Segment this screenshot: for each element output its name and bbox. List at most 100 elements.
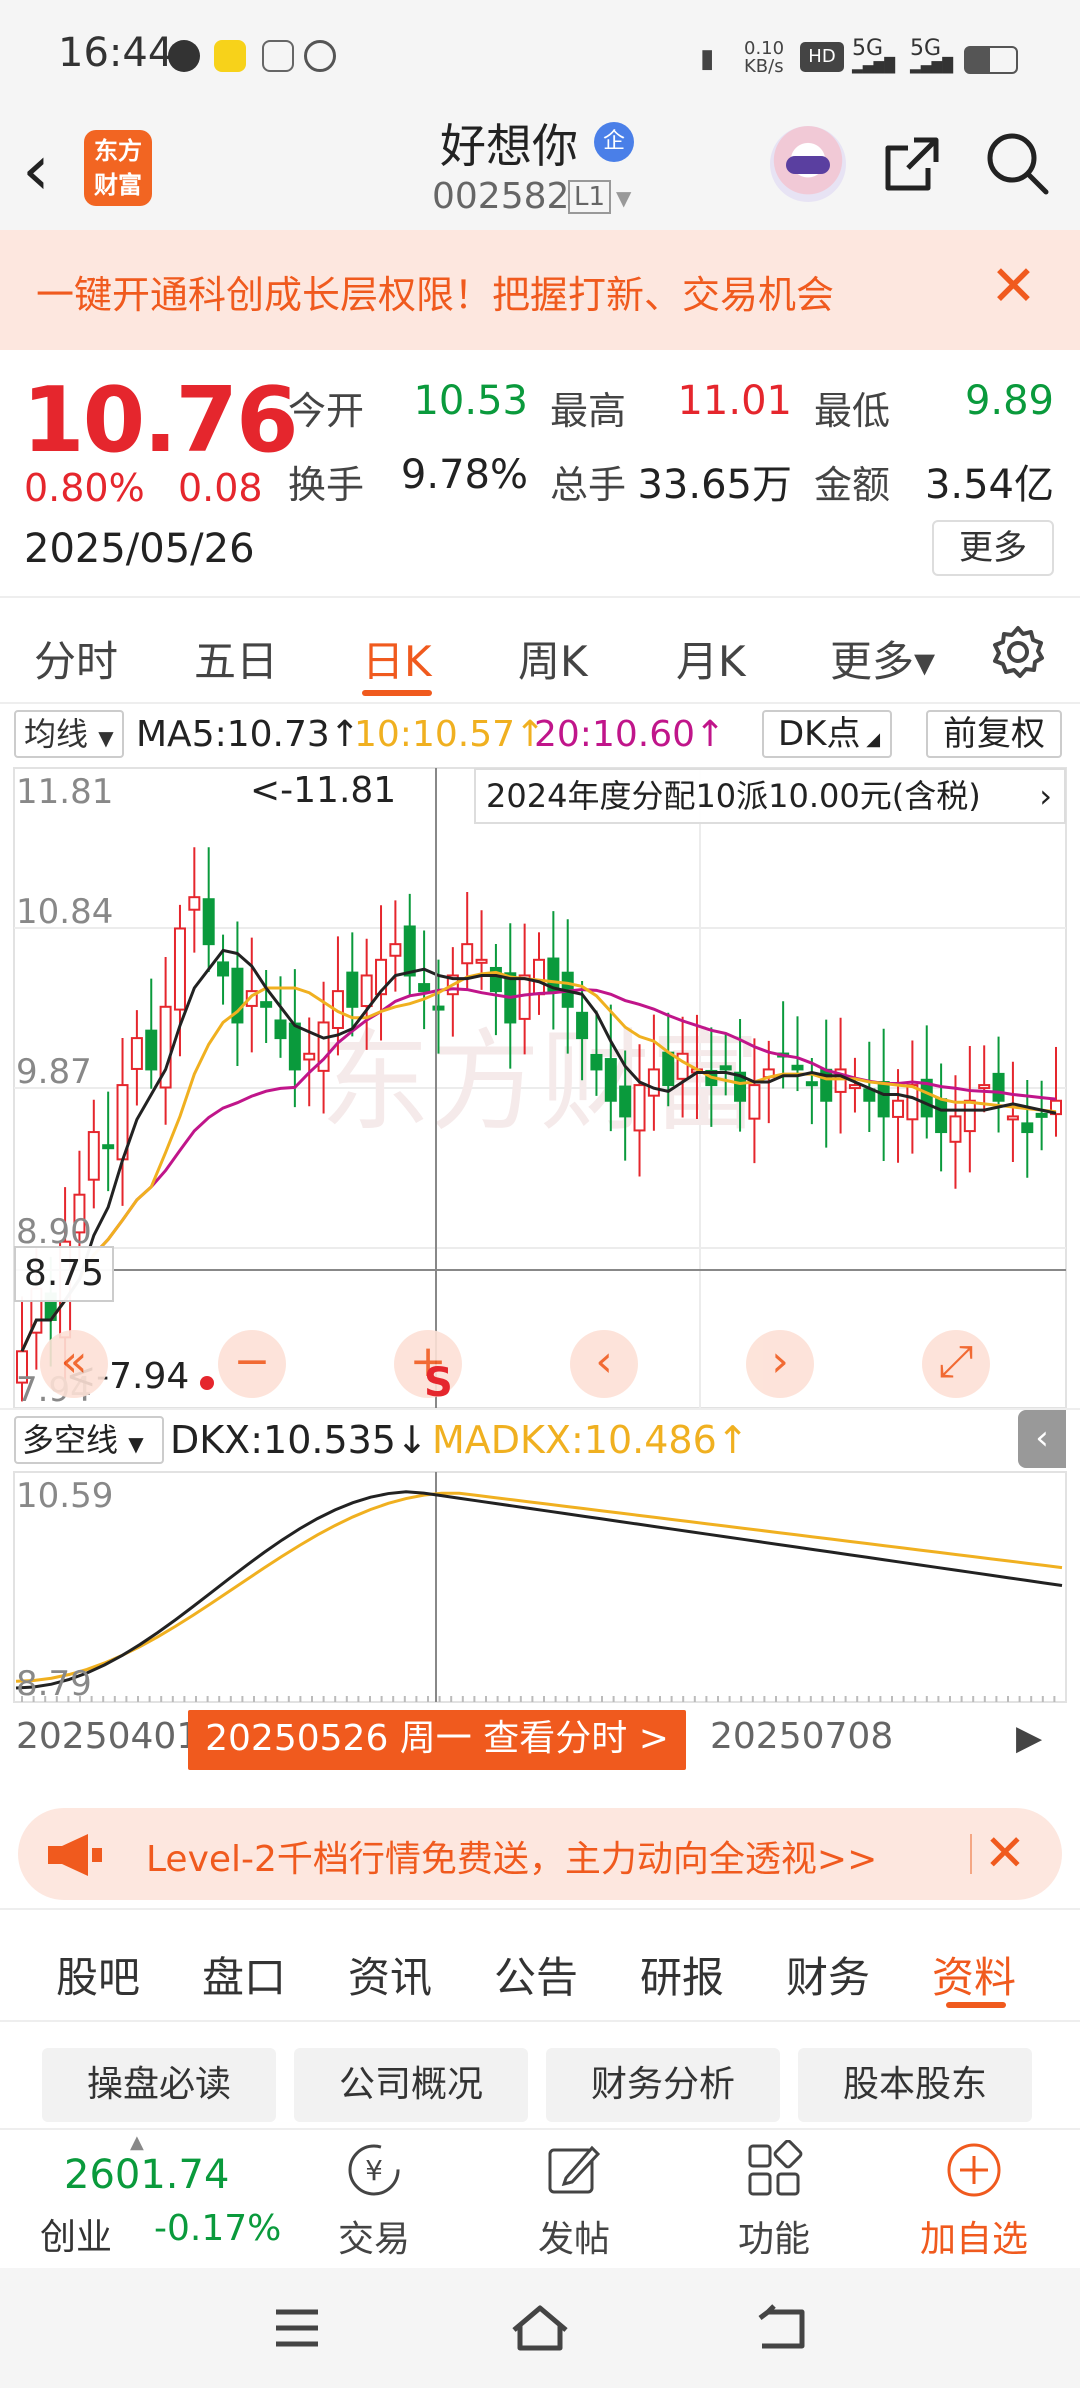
vibrate-icon: ▮ <box>700 44 715 74</box>
close-icon[interactable]: ✕ <box>990 252 1037 322</box>
eastmoney-logo[interactable]: 东方财富 <box>84 130 152 206</box>
madkx-value: MADKX:10.486↑ <box>432 1418 749 1462</box>
promo-text[interactable]: 一键开通科创成长层权限！把握打新、交易机会 <box>36 264 834 319</box>
turnover-value: 9.78% <box>400 452 528 498</box>
candle-body <box>892 1099 905 1118</box>
add-circle-icon <box>947 2143 1001 2197</box>
turnover-label: 换手 <box>288 463 365 507</box>
tab-finance[interactable]: 财务 <box>786 1944 870 2005</box>
volume-value: 33.65万 <box>637 462 792 508</box>
fullscreen-icon[interactable]: ⤢ <box>922 1330 990 1398</box>
scroll-left-fast-icon[interactable]: « <box>40 1330 108 1398</box>
candle-body <box>935 1098 948 1134</box>
candle-body <box>662 1051 675 1087</box>
expand-panel-icon[interactable]: ‹ <box>1018 1410 1066 1468</box>
tab-more[interactable]: 更多▾ <box>830 628 935 689</box>
tab-news[interactable]: 资讯 <box>348 1944 432 2005</box>
index-change[interactable]: -0.17% <box>154 2208 281 2249</box>
level2-banner[interactable]: Level-2千档行情免费送，主力动向全透视>> ✕ <box>18 1808 1062 1900</box>
tab-five-day[interactable]: 五日 <box>194 628 278 689</box>
candle-body <box>260 1001 273 1008</box>
chevron-down-icon: ▼ <box>98 726 114 750</box>
tab-announcements[interactable]: 公告 <box>494 1944 578 2005</box>
svg-text:¥: ¥ <box>365 2154 383 2187</box>
kline-chart[interactable]: 东方财富 <box>0 764 1080 1410</box>
level2-text[interactable]: Level-2千档行情免费送，主力动向全透视>> <box>146 1830 877 1882</box>
dividend-note-text: 2024年度分配10派10.00元(含税) <box>486 777 981 815</box>
menu-icon[interactable] <box>272 2306 322 2350</box>
tab-daily-k[interactable]: 日K <box>362 628 432 689</box>
chip-financial-analysis[interactable]: 财务分析 <box>546 2048 780 2122</box>
tab-intraday[interactable]: 分时 <box>34 628 118 689</box>
y-label: 9.87 <box>16 1052 92 1092</box>
tab-monthly-k[interactable]: 月K <box>676 628 746 689</box>
candle-body <box>604 1058 617 1102</box>
divider <box>0 702 1080 704</box>
zoom-out-icon[interactable]: − <box>218 1330 286 1398</box>
candle-body <box>87 1131 100 1181</box>
low-label: 最低 <box>814 389 891 433</box>
back-icon[interactable]: ‹ <box>22 130 82 210</box>
indicator-selector[interactable]: 多空线 ▼ <box>14 1416 164 1464</box>
function-button[interactable]: 功能 <box>704 2139 844 2262</box>
tab-research[interactable]: 研报 <box>640 1944 724 2005</box>
dk-point-selector[interactable]: DK点 ◢ <box>762 710 892 758</box>
trade-button[interactable]: ¥ 交易 <box>304 2140 444 2262</box>
megaphone-icon <box>48 1834 102 1876</box>
tab-guba[interactable]: 股吧 <box>56 1944 140 2005</box>
high-value: 11.01 <box>677 378 792 424</box>
divider <box>0 596 1080 598</box>
watermark: 东方财富 <box>320 1021 760 1144</box>
gear-icon[interactable] <box>990 624 1046 680</box>
back-nav-icon[interactable] <box>754 2304 810 2352</box>
candle-body <box>906 1084 919 1121</box>
home-icon[interactable] <box>508 2300 572 2354</box>
candle-body <box>877 1081 890 1118</box>
candle-body <box>173 927 186 1011</box>
promo-banner[interactable]: 一键开通科创成长层权限！把握打新、交易机会 ✕ <box>0 230 1080 350</box>
move-left-icon[interactable]: ‹ <box>570 1330 638 1398</box>
stock-header: ‹ 东方财富 好想你 企 002582 L1 ▼ <box>0 110 1080 230</box>
tab-weekly-k[interactable]: 周K <box>518 628 588 689</box>
search-icon[interactable] <box>984 130 1050 196</box>
candle-body <box>805 1081 818 1087</box>
view-intraday-button[interactable]: 20250526 周一 查看分时 > <box>188 1710 686 1770</box>
chevron-down-icon[interactable]: ▼ <box>616 186 631 210</box>
move-right-icon[interactable]: › <box>746 1330 814 1398</box>
stock-code[interactable]: 002582 <box>432 176 569 217</box>
chip-shareholders[interactable]: 股本股东 <box>798 2048 1032 2122</box>
chip-must-read[interactable]: 操盘必读 <box>42 2048 276 2122</box>
candle-body <box>590 1053 603 1071</box>
close-icon[interactable]: ✕ <box>984 1818 1026 1888</box>
ai-assistant-icon[interactable] <box>770 126 846 202</box>
index-name[interactable]: 创业 <box>40 2208 112 2260</box>
candle-body <box>633 1084 646 1132</box>
play-icon[interactable]: ▶ <box>1016 1718 1042 1758</box>
add-watchlist-label: 加自选 <box>919 2219 1028 2260</box>
chip-company-overview[interactable]: 公司概况 <box>294 2048 528 2122</box>
candle-body <box>518 974 531 1020</box>
adjust-button[interactable]: 前复权 <box>926 710 1062 758</box>
y-label: 10.84 <box>16 892 114 932</box>
ma10-value: 10:10.57↑ <box>354 714 546 755</box>
post-button[interactable]: 发帖 <box>504 2140 644 2262</box>
add-watchlist-button[interactable]: 加自选 <box>904 2140 1044 2262</box>
share-icon[interactable] <box>880 132 944 196</box>
apps-icon <box>748 2139 803 2196</box>
dkx-chart[interactable] <box>0 1470 1080 1706</box>
candle-body <box>748 1084 761 1120</box>
hd-icon: HD <box>800 42 844 72</box>
battery-icon <box>964 46 1018 74</box>
ma-selector-label: 均线 <box>24 715 89 753</box>
dividend-note[interactable]: 2024年度分配10派10.00元(含税) › <box>474 768 1066 824</box>
candle-body <box>288 1022 301 1071</box>
tab-pankou[interactable]: 盘口 <box>202 1944 286 2005</box>
ma-selector[interactable]: 均线 ▼ <box>14 710 124 758</box>
candle-body <box>647 1068 660 1097</box>
more-quote-button[interactable]: 更多 <box>932 520 1054 576</box>
trade-label: 交易 <box>337 2219 410 2260</box>
signal-bars-icon: ▂▄▆█ <box>910 58 954 74</box>
index-value[interactable]: 2601.74 <box>64 2152 229 2198</box>
amount-label: 金额 <box>814 463 891 507</box>
tab-profile[interactable]: 资料 <box>932 1944 1016 2005</box>
